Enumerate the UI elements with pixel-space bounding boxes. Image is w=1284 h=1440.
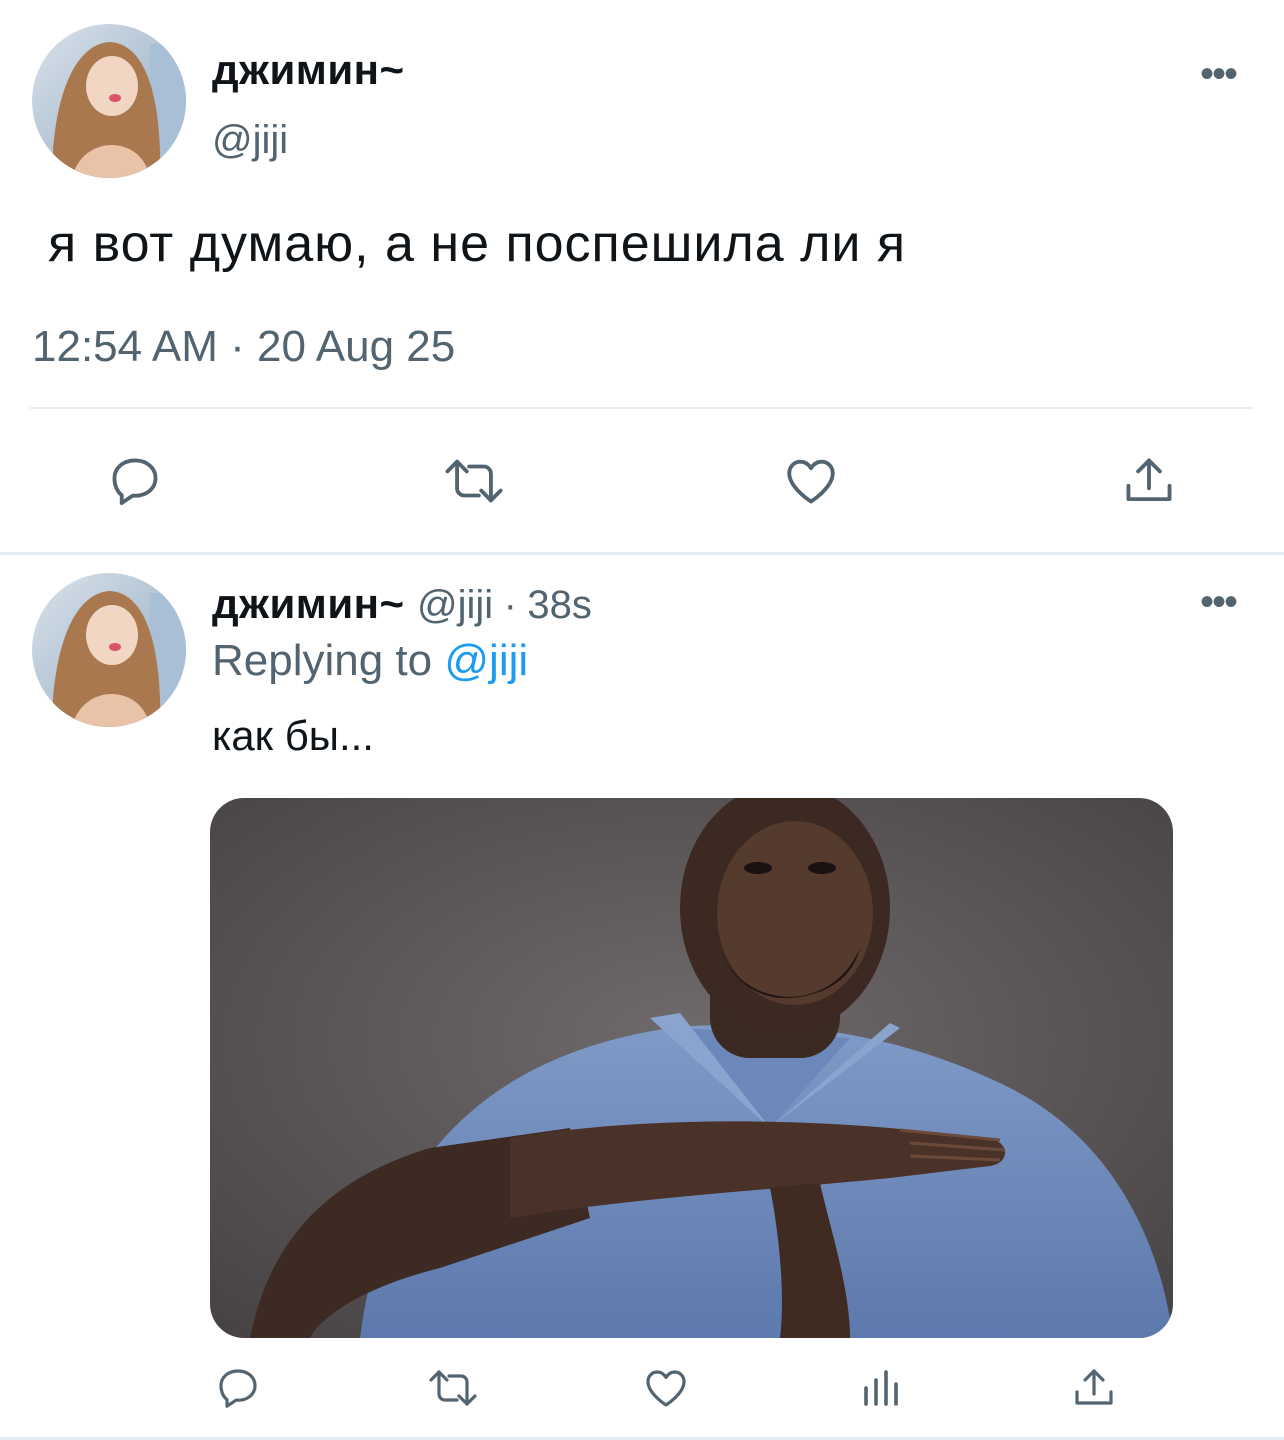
- more-icon[interactable]: •••: [1200, 582, 1238, 622]
- share-icon[interactable]: [1070, 1364, 1118, 1412]
- display-name[interactable]: джимин~: [212, 580, 405, 627]
- avatar-image: [32, 24, 186, 178]
- tweet-text: я вот думаю, а не поспешила ли я: [48, 215, 907, 273]
- retweet-icon[interactable]: [442, 452, 506, 510]
- like-icon[interactable]: [782, 452, 840, 510]
- reply-icon[interactable]: [214, 1364, 262, 1412]
- tweet-text: как бы...: [212, 712, 374, 759]
- tweet-media-photo[interactable]: [210, 798, 1173, 1338]
- reply-header: джимин~ @jiji · 38s: [212, 580, 592, 628]
- handle[interactable]: @jiji: [417, 583, 493, 627]
- avatar[interactable]: [32, 24, 186, 178]
- share-icon[interactable]: [1120, 452, 1178, 510]
- replying-handle-link[interactable]: @jiji: [444, 636, 528, 685]
- reply-icon[interactable]: [106, 452, 164, 510]
- divider: [30, 407, 1254, 409]
- separator: ·: [503, 583, 517, 627]
- like-icon[interactable]: [642, 1364, 690, 1412]
- analytics-icon[interactable]: [858, 1364, 906, 1412]
- replying-label: Replying to: [212, 636, 433, 685]
- tweet-time[interactable]: 38s: [527, 583, 592, 627]
- avatar[interactable]: [32, 573, 186, 727]
- avatar-image: [32, 573, 186, 727]
- more-icon[interactable]: •••: [1200, 54, 1238, 94]
- section-divider: [0, 552, 1284, 555]
- retweet-icon[interactable]: [426, 1364, 480, 1412]
- replying-to: Replying to @jiji: [212, 636, 528, 686]
- handle[interactable]: @jiji: [212, 118, 288, 163]
- tweet-timestamp[interactable]: 12:54 AM · 20 Aug 25: [32, 322, 455, 372]
- photo-image: [210, 798, 1173, 1338]
- display-name[interactable]: джимин~: [212, 46, 405, 94]
